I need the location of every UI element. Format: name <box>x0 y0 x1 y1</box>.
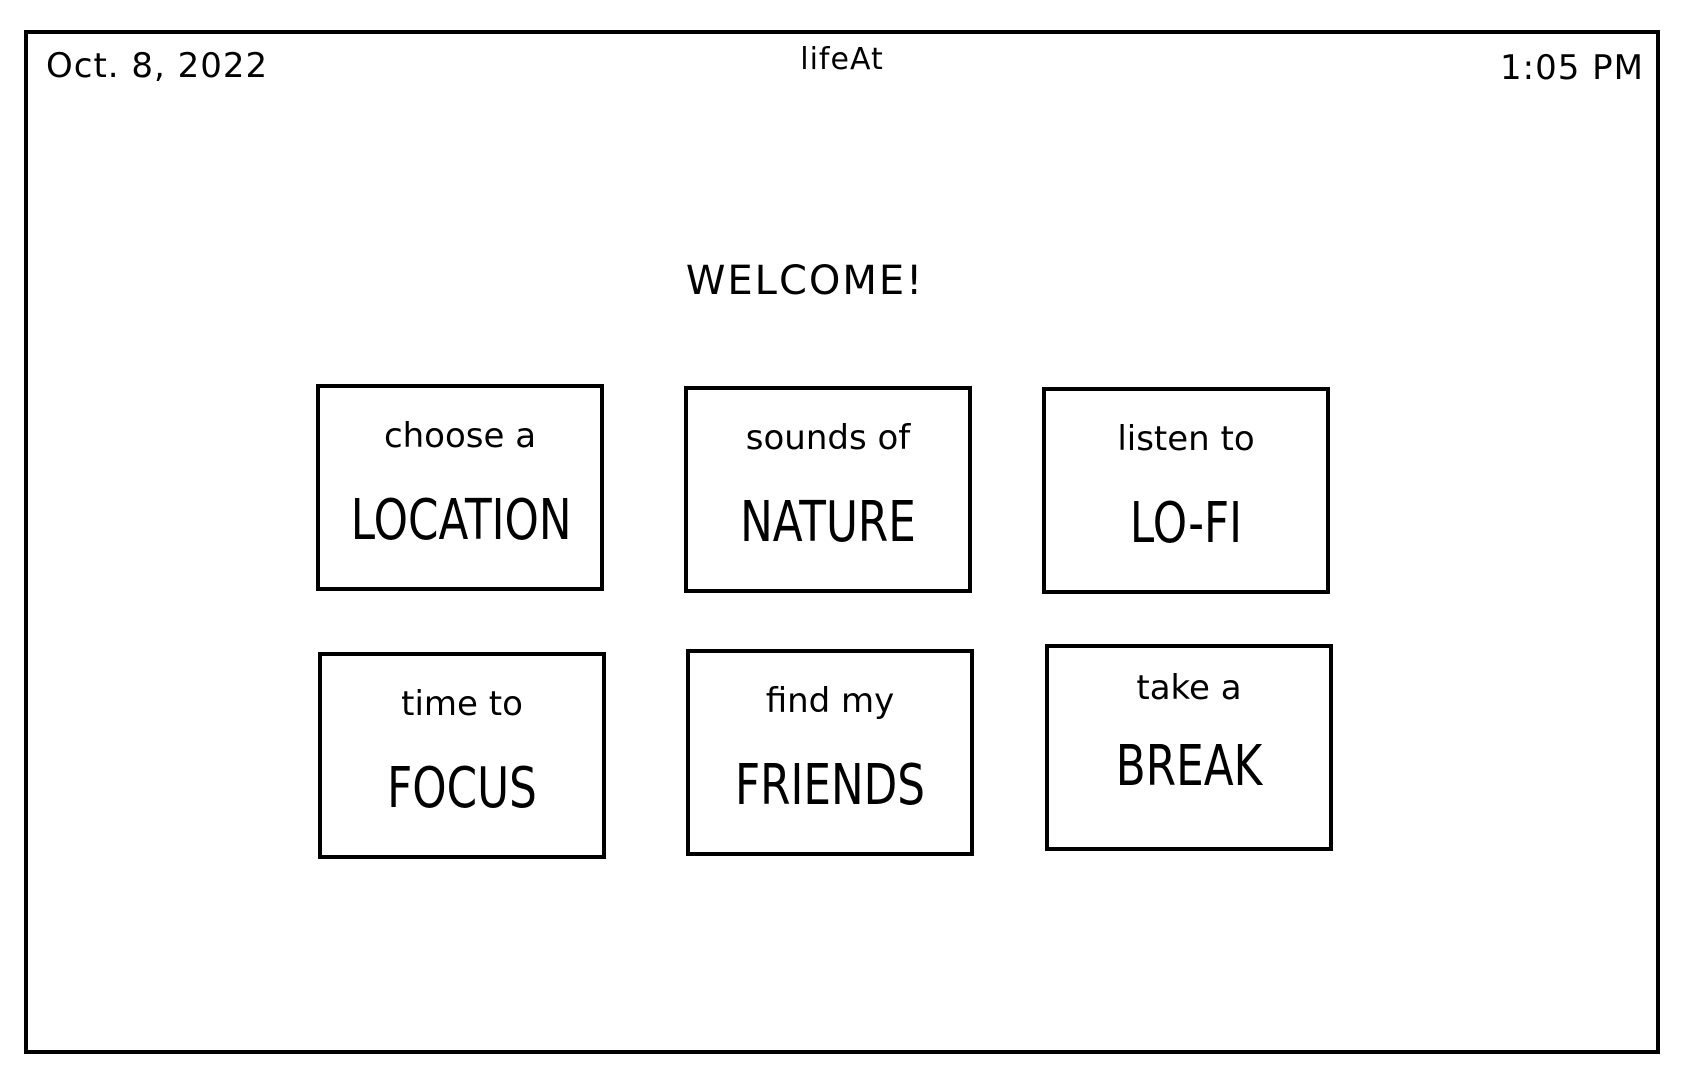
card-subtitle: sounds of <box>745 418 911 458</box>
take-break-button[interactable]: take a BREAK <box>1045 644 1333 851</box>
card-subtitle: listen to <box>1117 419 1255 459</box>
card-subtitle: choose a <box>383 416 537 456</box>
card-title: FOCUS <box>387 756 537 821</box>
card-title: LO-FI <box>1129 491 1243 556</box>
find-friends-button[interactable]: find my FRIENDS <box>686 649 974 856</box>
time-label: 1:05 PM <box>1500 48 1644 88</box>
welcome-heading: WELCOME! <box>685 258 925 304</box>
card-title: LOCATION <box>350 488 572 553</box>
card-title: NATURE <box>740 490 916 555</box>
card-subtitle: time to <box>401 684 523 724</box>
app-title: lifeAt <box>800 42 884 77</box>
card-title: BREAK <box>1115 734 1263 799</box>
choose-location-button[interactable]: choose a LOCATION <box>316 384 604 591</box>
card-subtitle: take a <box>1136 668 1242 708</box>
card-title: FRIENDS <box>734 753 925 818</box>
focus-button[interactable]: time to FOCUS <box>318 652 606 859</box>
lofi-button[interactable]: listen to LO-FI <box>1042 387 1330 594</box>
nature-sounds-button[interactable]: sounds of NATURE <box>684 386 972 593</box>
card-subtitle: find my <box>765 681 895 721</box>
